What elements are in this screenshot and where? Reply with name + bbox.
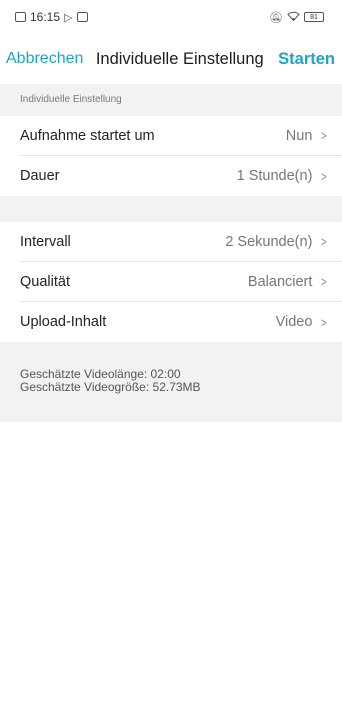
settings-group-options: Intervall 2 Sekunde(n) > Qualität Balanc…	[0, 222, 342, 342]
row-label: Dauer	[20, 168, 60, 184]
status-left: 16:15 ▷	[15, 10, 88, 24]
row-right: Nun >	[286, 128, 328, 144]
empty-content-area	[0, 422, 342, 718]
play-icon: ▷	[64, 11, 73, 24]
chevron-right-icon: >	[321, 128, 328, 143]
battery-icon: 81	[304, 12, 324, 22]
chevron-right-icon: >	[321, 234, 328, 249]
row-quality[interactable]: Qualität Balanciert >	[20, 262, 342, 302]
page-title: Individuelle Einstellung	[95, 49, 264, 68]
row-value: Nun	[285, 127, 313, 144]
app-notification-icon	[76, 12, 88, 22]
row-label: Aufnahme startet um	[20, 127, 155, 144]
start-button[interactable]: Starten	[278, 50, 336, 69]
status-right: 🔕︎ 81	[269, 11, 324, 24]
row-value: 2 Sekunde(n)	[225, 233, 313, 250]
group-spacer	[0, 196, 342, 222]
row-value: Balanciert	[247, 273, 313, 290]
notification-icon	[15, 12, 26, 22]
row-right: Video >	[276, 314, 328, 330]
screen: 16:15 ▷ 🔕︎ 81 Abbrechen Individuelle Ein…	[0, 0, 342, 718]
row-label: Intervall	[20, 233, 71, 250]
status-bar: 16:15 ▷ 🔕︎ 81	[0, 0, 342, 34]
row-interval[interactable]: Intervall 2 Sekunde(n) >	[20, 222, 342, 262]
chevron-right-icon: >	[321, 314, 328, 330]
row-duration[interactable]: Dauer 1 Stunde(n) >	[20, 156, 342, 196]
settings-group-schedule: Aufnahme startet um Nun > Dauer 1 Stunde…	[0, 116, 342, 196]
row-value: 1 Stunde(n)	[236, 168, 313, 184]
row-recording-start[interactable]: Aufnahme startet um Nun >	[20, 116, 342, 156]
row-label: Upload-Inhalt	[20, 314, 107, 330]
estimated-size: Geschätzte Videogröße: 52.73MB	[20, 380, 201, 394]
section-header: Individuelle Einstellung	[0, 84, 342, 116]
wifi-icon	[287, 11, 300, 24]
row-label: Qualität	[20, 273, 70, 290]
row-upload-content[interactable]: Upload-Inhalt Video >	[20, 302, 342, 342]
row-right: Balanciert >	[248, 274, 328, 290]
nav-bar: Abbrechen Individuelle Einstellung Start…	[0, 34, 342, 84]
chevron-right-icon: >	[321, 168, 328, 184]
row-value: Video	[275, 314, 313, 330]
mute-icon: 🔕︎	[269, 11, 283, 24]
estimate-info: Geschätzte Videolänge: 02:00 Geschätzte …	[0, 342, 342, 422]
cancel-button[interactable]: Abbrechen	[6, 50, 83, 68]
row-right: 1 Stunde(n) >	[237, 168, 328, 184]
chevron-right-icon: >	[321, 274, 328, 289]
status-time: 16:15	[30, 10, 61, 24]
row-right: 2 Sekunde(n) >	[225, 234, 328, 250]
